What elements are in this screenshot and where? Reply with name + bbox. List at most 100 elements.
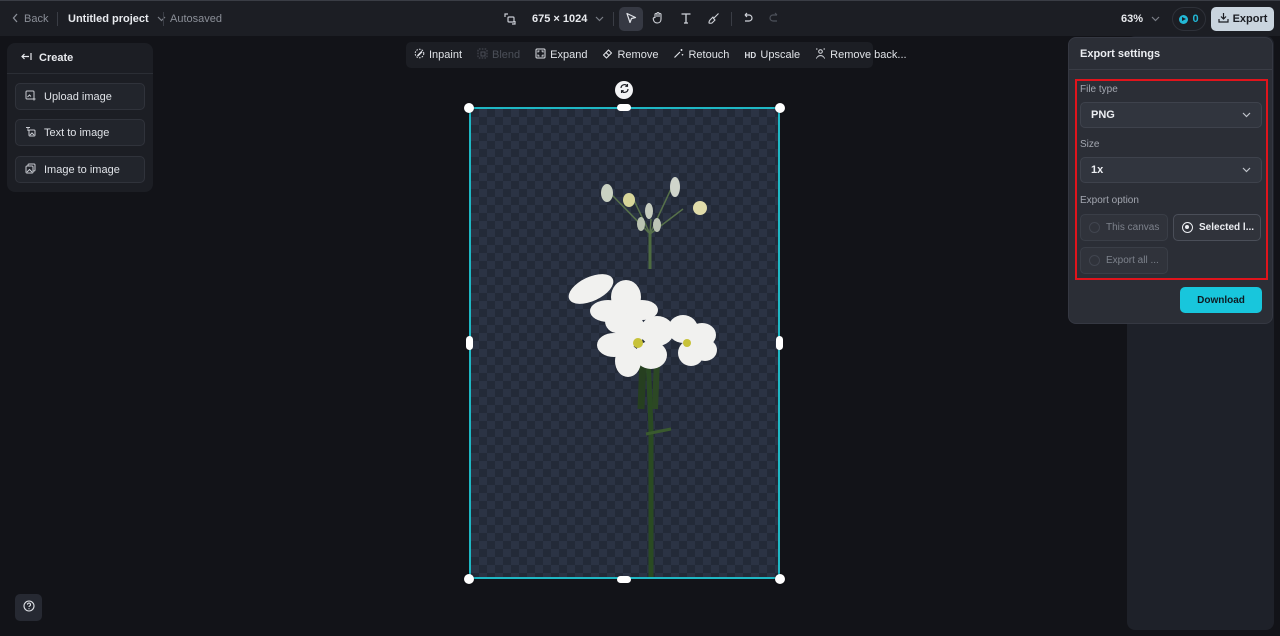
upload-image-button[interactable]: Upload image (15, 83, 145, 110)
brush-icon (708, 12, 720, 27)
inpaint-label: Inpaint (429, 49, 463, 61)
file-type-label: File type (1080, 84, 1118, 95)
hand-icon (652, 11, 664, 27)
text-to-image-label: Text to image (44, 126, 110, 139)
size-value: 1x (1091, 164, 1104, 176)
option-this-canvas[interactable]: This canvas (1080, 214, 1168, 241)
export-settings-title: Export settings (1069, 38, 1272, 70)
remove-background-button[interactable]: Remove back... (815, 48, 907, 62)
project-title: Untitled project (68, 13, 149, 25)
upscale-button[interactable]: HD Upscale (744, 49, 800, 61)
resize-handle-left[interactable] (466, 336, 473, 350)
file-type-value: PNG (1091, 109, 1115, 121)
credits-count: 0 (1192, 13, 1199, 25)
resize-handle-right[interactable] (776, 336, 783, 350)
image-to-image-icon (25, 163, 36, 177)
export-settings-popup: Export settings File type PNG Size 1x Ex… (1068, 37, 1273, 324)
divider (163, 12, 164, 26)
blend-button[interactable]: Blend (477, 48, 520, 62)
inpaint-button[interactable]: Inpaint (414, 48, 462, 62)
zoom-level: 63% (1121, 13, 1144, 25)
blend-icon (477, 48, 488, 62)
text-to-image-icon (25, 126, 36, 140)
option-export-all[interactable]: Export all ... (1080, 247, 1168, 274)
help-button[interactable] (15, 594, 42, 621)
upload-image-icon (25, 90, 36, 104)
redo-icon (768, 12, 780, 27)
chevron-left-icon (12, 13, 19, 26)
resize-handle-bottom-left[interactable] (464, 574, 474, 584)
text-to-image-button[interactable]: Text to image (15, 119, 145, 146)
text-tool-button[interactable] (674, 7, 698, 31)
remove-label: Remove (617, 49, 659, 61)
option-label: This canvas (1106, 222, 1160, 233)
create-title: Create (39, 52, 74, 64)
retouch-button[interactable]: Retouch (673, 48, 729, 62)
rotate-handle[interactable] (615, 81, 633, 99)
create-panel-header[interactable]: Create (7, 43, 153, 74)
expand-label: Expand (550, 49, 588, 61)
save-status: Autosaved (170, 13, 222, 25)
image-to-image-label: Image to image (44, 163, 120, 176)
hand-tool-button[interactable] (646, 7, 670, 31)
select-tool-button[interactable] (619, 7, 643, 31)
canvas-size-dropdown[interactable]: 675 × 1024 (532, 1, 604, 37)
canvas-size: 675 × 1024 (532, 13, 588, 25)
help-icon (22, 600, 35, 615)
magic-wand-icon (673, 48, 684, 62)
upscale-label: Upscale (760, 49, 801, 61)
top-bar: Back Untitled project Autosaved 675 × 10… (0, 0, 1280, 36)
resize-canvas-icon[interactable] (504, 1, 516, 37)
divider (731, 12, 732, 26)
resize-handle-bottom-right[interactable] (775, 574, 785, 584)
radio-icon (1089, 255, 1100, 266)
option-label: Export all ... (1106, 255, 1159, 266)
credits-icon (1179, 14, 1189, 24)
remove-button[interactable]: Remove (602, 48, 658, 62)
credits-badge[interactable]: 0 (1172, 7, 1206, 31)
redo-button[interactable] (762, 7, 786, 31)
cursor-arrow-icon (625, 12, 637, 27)
file-type-select[interactable]: PNG (1080, 102, 1262, 128)
inpaint-icon (414, 48, 425, 62)
size-select[interactable]: 1x (1080, 157, 1262, 183)
chevron-down-icon (157, 13, 166, 25)
download-button[interactable]: Download (1180, 287, 1262, 313)
radio-selected-icon (1182, 222, 1193, 233)
expand-icon (535, 48, 546, 62)
text-icon (680, 12, 692, 27)
radio-icon (1089, 222, 1100, 233)
resize-handle-top[interactable] (617, 104, 631, 111)
remove-background-icon (815, 48, 826, 62)
remove-background-label: Remove back... (830, 49, 907, 61)
export-button[interactable]: Export (1211, 7, 1274, 31)
brush-tool-button[interactable] (702, 7, 726, 31)
expand-button[interactable]: Expand (535, 48, 587, 62)
back-button[interactable]: Back (12, 1, 48, 37)
eraser-icon (602, 48, 613, 62)
zoom-level-dropdown[interactable]: 63% (1121, 1, 1160, 37)
image-to-image-button[interactable]: Image to image (15, 156, 145, 183)
collapse-panel-icon (21, 52, 32, 64)
upload-image-label: Upload image (44, 90, 112, 103)
option-label: Selected l... (1199, 222, 1255, 233)
divider (613, 12, 614, 26)
resize-handle-top-right[interactable] (775, 103, 785, 113)
project-title-dropdown[interactable]: Untitled project (68, 1, 166, 37)
export-option-label: Export option (1080, 195, 1139, 206)
chevron-down-icon (1151, 13, 1160, 25)
create-panel: Create Upload image Text to image Image … (7, 43, 153, 192)
undo-button[interactable] (736, 7, 760, 31)
chevron-down-icon (595, 13, 604, 25)
blend-label: Blend (492, 49, 521, 61)
retouch-label: Retouch (688, 49, 730, 61)
export-label: Export (1232, 13, 1268, 25)
flower-image[interactable] (471, 109, 778, 577)
edit-toolbar: Inpaint Blend Expand Remove Retouch HD U… (406, 42, 907, 68)
resize-handle-bottom[interactable] (617, 576, 631, 583)
option-selected-layers[interactable]: Selected l... (1173, 214, 1261, 241)
download-icon (1217, 12, 1229, 26)
resize-handle-top-left[interactable] (464, 103, 474, 113)
chevron-down-icon (1242, 164, 1251, 176)
divider (57, 12, 58, 26)
